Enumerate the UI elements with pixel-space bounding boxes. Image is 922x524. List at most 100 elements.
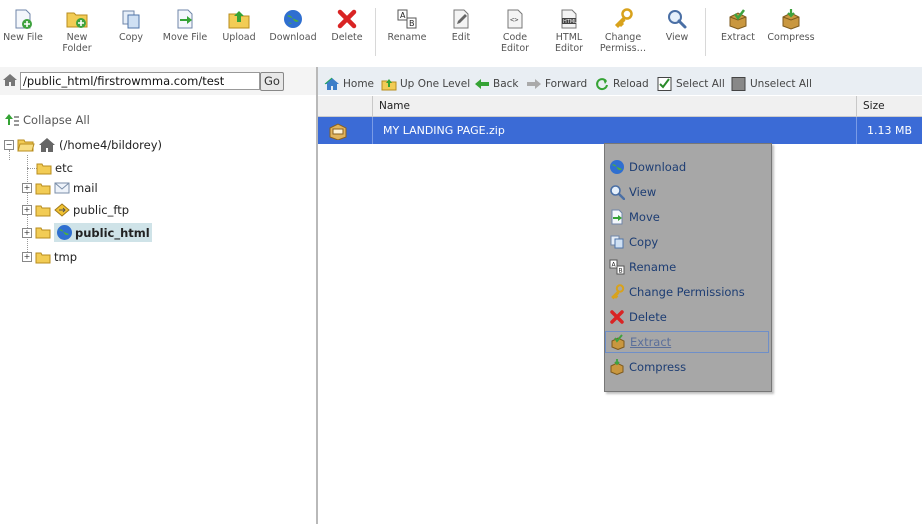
select-all-button[interactable]: Select All [657, 77, 725, 91]
upload-label: Upload [222, 32, 256, 43]
tree-item-label: etc [55, 161, 73, 175]
context-menu-label: View [629, 185, 657, 199]
file-name-cell: MY LANDING PAGE.zip [372, 117, 856, 144]
reload-label: Reload [613, 78, 649, 90]
folder-open-icon [17, 139, 35, 152]
compress-icon [782, 9, 800, 30]
collapse-all-label: Collapse All [23, 113, 90, 127]
up-level-icon [381, 79, 397, 91]
new-folder-button[interactable]: New Folder [49, 4, 105, 54]
upload-icon [228, 11, 250, 29]
delete-button[interactable]: Delete [319, 4, 375, 43]
home-button[interactable]: Home [324, 77, 374, 91]
collapse-all-button[interactable]: Collapse All [4, 113, 90, 127]
expand-toggle[interactable]: + [22, 183, 32, 193]
move-file-label: Move File [162, 32, 208, 43]
tree-item-etc[interactable]: etc [36, 161, 73, 175]
home-label: Home [343, 78, 375, 90]
tree-root[interactable]: − (/home4/bildorey) [4, 137, 162, 153]
context-menu-item-extract[interactable]: Extract [605, 331, 769, 353]
html-editor-button[interactable]: HTML HTML Editor [541, 4, 597, 54]
move-file-button[interactable]: Move File [157, 4, 213, 43]
change-permissions-button[interactable]: Change Permiss… [595, 4, 651, 54]
context-menu-label: Rename [629, 260, 677, 274]
go-button[interactable]: Go [260, 72, 284, 91]
unselect-all-button[interactable]: Unselect All [731, 77, 812, 91]
tree-item-public-html[interactable]: + public_html [22, 223, 152, 242]
expand-toggle[interactable]: + [22, 227, 32, 238]
context-menu-item-view[interactable]: View [605, 181, 769, 203]
context-menu-item-download[interactable]: Download [605, 156, 769, 178]
back-label: Back [493, 78, 519, 90]
expand-toggle[interactable]: + [22, 205, 32, 215]
tree-item-tmp[interactable]: + tmp [22, 250, 77, 264]
copy-icon [610, 235, 624, 249]
forward-label: Forward [545, 78, 588, 90]
svg-text:A: A [400, 11, 406, 20]
download-button[interactable]: Download [265, 4, 321, 43]
tree-item-label: tmp [54, 250, 78, 264]
select-all-label: Select All [676, 78, 725, 90]
new-file-button[interactable]: New File [0, 4, 51, 43]
context-menu-item-rename[interactable]: AB Rename [605, 256, 769, 278]
tree-item-mail[interactable]: + mail [22, 181, 98, 195]
context-menu-label: Move [629, 210, 660, 224]
column-header-name[interactable]: Name [372, 96, 856, 116]
back-button[interactable]: Back [474, 77, 519, 91]
ftp-icon [54, 203, 70, 217]
context-menu-item-move[interactable]: Move [605, 206, 769, 228]
rename-icon: AB [397, 9, 417, 29]
copy-button[interactable]: Copy [103, 4, 159, 43]
upload-button[interactable]: Upload [211, 4, 267, 43]
edit-label: Edit [451, 32, 471, 43]
view-label: View [665, 32, 689, 43]
code-editor-button[interactable]: <> Code Editor [487, 4, 543, 54]
download-icon [610, 160, 624, 174]
copy-icon [122, 10, 140, 29]
context-menu-item-change-permissions[interactable]: Change Permissions [605, 281, 769, 303]
compress-icon [610, 359, 624, 375]
rename-button[interactable]: AB Rename [379, 4, 435, 43]
folder-icon [35, 227, 51, 239]
zip-file-icon [329, 123, 347, 140]
edit-icon [453, 9, 469, 29]
extract-button[interactable]: Extract [710, 4, 766, 43]
new-file-label: New File [3, 32, 43, 43]
unselect-all-label: Unselect All [750, 78, 812, 90]
collapse-toggle[interactable]: − [4, 140, 14, 150]
home-icon [39, 138, 55, 152]
copy-label: Copy [118, 32, 144, 43]
download-label: Download [269, 32, 317, 43]
tree-root-label: (/home4/bildorey) [59, 138, 163, 152]
path-input[interactable] [20, 72, 260, 90]
context-menu-label: Download [629, 160, 687, 174]
context-menu-label: Delete [629, 310, 667, 324]
up-one-level-button[interactable]: Up One Level [381, 77, 470, 91]
context-menu-item-delete[interactable]: Delete [605, 306, 769, 328]
file-size-cell: 1.13 MB [856, 117, 922, 144]
delete-label: Delete [331, 32, 363, 43]
edit-button[interactable]: Edit [433, 4, 489, 43]
home-icon [324, 77, 339, 90]
column-header-size[interactable]: Size [856, 96, 922, 116]
context-menu-item-compress[interactable]: Compress [605, 356, 769, 378]
view-icon [610, 185, 625, 200]
reload-button[interactable]: Reload [594, 77, 649, 91]
new-folder-label: New Folder [62, 32, 92, 54]
tree-item-public-ftp[interactable]: + public_ftp [22, 203, 129, 217]
context-menu-label: Change Permissions [629, 285, 745, 299]
extract-label: Extract [720, 32, 756, 43]
forward-button[interactable]: Forward [526, 77, 587, 91]
svg-text:B: B [619, 268, 623, 275]
rename-label: Rename [387, 32, 427, 43]
toolbar-separator [705, 8, 706, 56]
svg-text:B: B [409, 19, 415, 28]
change-permissions-icon [614, 8, 633, 29]
folder-icon [36, 163, 52, 174]
view-button[interactable]: View [649, 4, 705, 43]
context-menu-item-copy[interactable]: Copy [605, 231, 769, 253]
expand-toggle[interactable]: + [22, 252, 32, 262]
compress-button[interactable]: Compress [763, 4, 819, 43]
delete-icon [337, 9, 357, 29]
toolbar-separator [375, 8, 376, 56]
